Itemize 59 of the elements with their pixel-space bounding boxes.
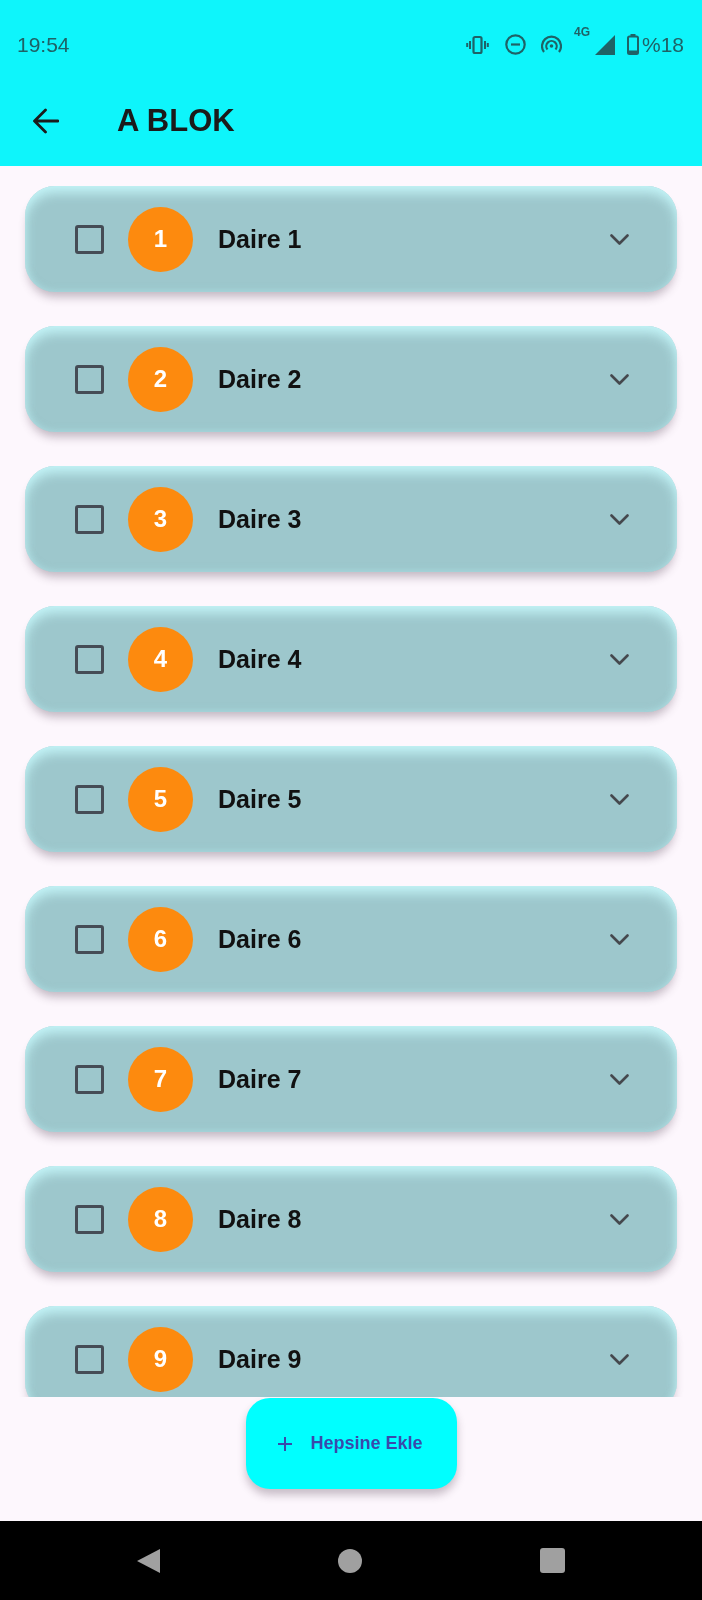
apartment-number-avatar: 4 <box>128 626 193 692</box>
chevron-down-icon[interactable] <box>610 933 629 945</box>
apartment-name: Daire 4 <box>218 644 302 674</box>
apartment-number-avatar: 8 <box>128 1186 193 1252</box>
back-arrow-icon[interactable] <box>32 107 59 134</box>
apartment-card[interactable]: 7 Daire 7 <box>25 1026 677 1132</box>
apartment-card[interactable]: 9 Daire 9 <box>25 1306 677 1397</box>
chevron-down-icon[interactable] <box>610 1353 629 1365</box>
vibrate-icon <box>465 34 489 55</box>
apartment-number-avatar: 2 <box>128 346 193 412</box>
hotspot-icon <box>540 34 562 55</box>
apartment-card[interactable]: 1 Daire 1 <box>25 186 677 292</box>
chevron-down-icon[interactable] <box>610 1073 629 1085</box>
checkbox[interactable] <box>75 364 104 394</box>
chevron-down-icon[interactable] <box>610 653 629 665</box>
apartment-card[interactable]: 5 Daire 5 <box>25 746 677 852</box>
apartment-number-avatar: 7 <box>128 1046 193 1112</box>
apartment-name: Daire 2 <box>218 364 302 394</box>
apartment-card[interactable]: 2 Daire 2 <box>25 326 677 432</box>
apartment-name: Daire 1 <box>218 224 302 254</box>
chevron-down-icon[interactable] <box>610 233 629 245</box>
checkbox[interactable] <box>75 1064 104 1094</box>
battery-icon <box>626 34 639 55</box>
chevron-down-icon[interactable] <box>610 373 629 385</box>
chevron-down-icon[interactable] <box>610 1213 629 1225</box>
apartment-name: Daire 9 <box>218 1344 302 1374</box>
apartment-name: Daire 6 <box>218 924 302 954</box>
apartment-name: Daire 7 <box>218 1064 302 1094</box>
nav-back-icon[interactable] <box>137 1548 160 1573</box>
checkbox[interactable] <box>75 224 104 254</box>
apartment-number-avatar: 9 <box>128 1326 193 1392</box>
apartment-number-avatar: 3 <box>128 486 193 552</box>
battery-percentage: %18 <box>641 32 684 57</box>
plus-icon <box>277 1436 292 1451</box>
apartment-number-avatar: 1 <box>128 206 193 272</box>
nav-home-icon[interactable] <box>338 1548 362 1573</box>
signal-icon <box>594 34 615 55</box>
apartment-card[interactable]: 4 Daire 4 <box>25 606 677 712</box>
add-all-button[interactable]: Hepsine Ekle <box>245 1398 457 1489</box>
checkbox[interactable] <box>75 1204 104 1234</box>
chevron-down-icon[interactable] <box>610 793 629 805</box>
checkbox[interactable] <box>75 924 104 954</box>
checkbox[interactable] <box>75 504 104 534</box>
apartment-number-avatar: 5 <box>128 766 193 832</box>
page-title: A BLOK <box>117 102 235 139</box>
checkbox[interactable] <box>75 644 104 674</box>
apartment-card[interactable]: 6 Daire 6 <box>25 886 677 992</box>
apartment-number-avatar: 6 <box>128 906 193 972</box>
apartment-name: Daire 8 <box>218 1204 302 1234</box>
status-time: 19:54 <box>17 32 70 57</box>
do-not-disturb-icon <box>504 34 526 55</box>
apartment-card[interactable]: 8 Daire 8 <box>25 1166 677 1272</box>
apartment-name: Daire 5 <box>218 784 302 814</box>
chevron-down-icon[interactable] <box>610 513 629 525</box>
checkbox[interactable] <box>75 784 104 814</box>
network-type-label: 4G <box>573 24 590 39</box>
checkbox[interactable] <box>75 1344 104 1374</box>
apartment-name: Daire 3 <box>218 504 302 534</box>
apartment-card[interactable]: 3 Daire 3 <box>25 466 677 572</box>
